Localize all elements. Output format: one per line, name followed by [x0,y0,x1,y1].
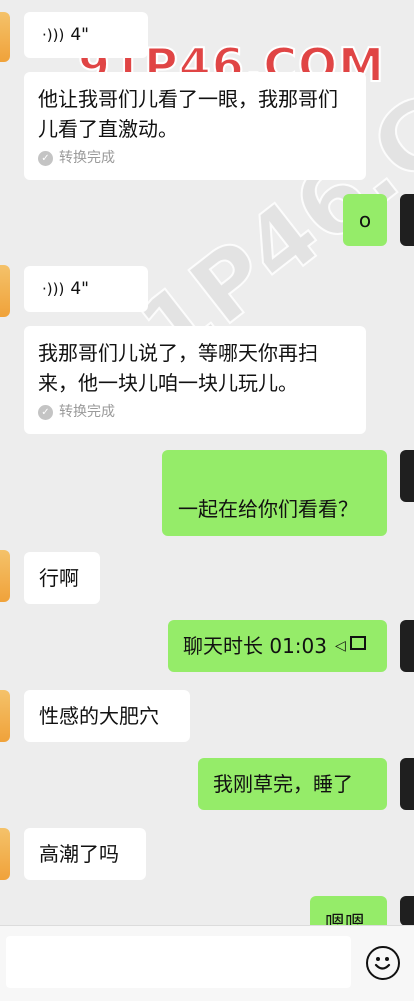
call-record-bubble[interactable]: 聊天时长 01:03 ◁ [168,620,387,672]
contact-avatar[interactable] [0,12,10,62]
message-bubble[interactable]: 我那哥们儿说了，等哪天你再扫来，他一块儿咱一块儿玩儿。 ✓ 转换完成 [24,326,366,434]
converted-label: 转换完成 [59,150,115,166]
message-text: 一起在给你们看看？ [178,497,358,521]
message-text: o [358,208,372,232]
message-bubble[interactable]: o [343,194,387,246]
message-text: 我刚草完，睡了 [213,772,353,796]
converted-label: 转换完成 [59,404,115,420]
voice-message-bubble[interactable]: ·))) 4" [24,12,148,58]
contact-avatar[interactable] [0,828,10,880]
contact-avatar[interactable] [0,265,10,317]
voice-message-bubble[interactable]: ·))) 4" [24,266,148,312]
message-bubble[interactable]: 我刚草完，睡了 [198,758,387,810]
video-call-icon: ◁ [335,631,366,661]
my-avatar[interactable] [400,620,414,672]
voice-wave-icon: ·))) [42,280,65,298]
message-text: 行啊 [39,566,79,590]
input-bar [0,925,414,1001]
my-avatar[interactable] [400,896,414,926]
message-bubble[interactable]: 一起在给你们看看？ [162,450,387,536]
my-avatar[interactable] [400,194,414,246]
message-text: 性感的大肥穴 [39,704,159,728]
message-text: 他让我哥们儿看了一眼，我那哥们儿看了直激动。 [38,87,338,141]
call-duration-text: 聊天时长 01:03 [183,634,327,658]
voice-wave-icon: ·))) [42,26,65,44]
converted-status: ✓ 转换完成 [38,148,352,168]
emoji-icon[interactable] [366,946,400,980]
message-input[interactable] [6,936,351,988]
message-bubble[interactable]: 性感的大肥穴 [24,690,190,742]
message-bubble[interactable]: 行啊 [24,552,100,604]
my-avatar[interactable] [400,450,414,502]
message-text: 高潮了吗 [39,842,119,866]
converted-status: ✓ 转换完成 [38,402,352,422]
message-bubble[interactable]: 他让我哥们儿看了一眼，我那哥们儿看了直激动。 ✓ 转换完成 [24,72,366,180]
check-icon: ✓ [38,150,53,166]
message-bubble[interactable]: 高潮了吗 [24,828,146,880]
message-text: 我那哥们儿说了，等哪天你再扫来，他一块儿咱一块儿玩儿。 [38,341,318,395]
my-avatar[interactable] [400,758,414,810]
contact-avatar[interactable] [0,550,10,602]
contact-avatar[interactable] [0,690,10,742]
voice-duration: 4" [70,279,89,299]
check-icon: ✓ [38,404,53,420]
voice-duration: 4" [70,25,89,45]
